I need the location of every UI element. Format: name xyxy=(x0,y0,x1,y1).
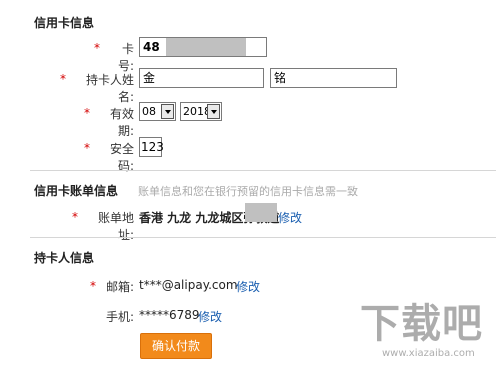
chevron-down-icon xyxy=(161,104,174,119)
watermark-url: www.xiazaiba.com xyxy=(382,348,475,359)
cvv-input[interactable]: 123 xyxy=(139,137,164,157)
phone-edit-link[interactable]: 修改 xyxy=(198,308,222,325)
confirm-payment-button[interactable]: 确认付款 xyxy=(140,333,212,359)
site-watermark: 下载吧 www.xiazaiba.com xyxy=(342,296,500,367)
watermark-logo: 下载吧 xyxy=(360,301,483,347)
expiry-year-select[interactable]: 2018 xyxy=(180,102,222,121)
credit-card-section-title: 信用卡信息 xyxy=(34,16,95,30)
given-name-input[interactable]: 铭 xyxy=(270,68,397,88)
required-mark: * xyxy=(60,72,66,86)
card-number-mask xyxy=(166,38,246,56)
cardholder-name-label: 持卡人姓名: xyxy=(85,73,134,104)
email-label: 邮箱: xyxy=(105,280,134,294)
required-mark: * xyxy=(84,141,90,155)
required-mark: * xyxy=(90,279,96,293)
email-value: t***@alipay.com xyxy=(139,278,238,292)
required-mark: * xyxy=(72,210,78,224)
required-mark: * xyxy=(94,41,100,55)
card-number-label: 卡号: xyxy=(117,42,134,73)
chevron-down-icon xyxy=(207,104,220,119)
expiry-label: 有效期: xyxy=(109,107,134,138)
billing-address-edit-link[interactable]: 修改 xyxy=(278,209,302,226)
expiry-month-select[interactable]: 08 xyxy=(139,102,176,121)
phone-label: 手机: xyxy=(105,310,134,324)
required-mark: * xyxy=(84,106,90,120)
card-number-value: 48 xyxy=(143,40,160,54)
surname-input[interactable]: 金 xyxy=(139,68,264,88)
email-edit-link[interactable]: 修改 xyxy=(236,278,260,295)
billing-hint: 账单信息和您在银行预留的信用卡信息需一致 xyxy=(138,185,358,198)
section-divider xyxy=(30,237,496,238)
section-divider xyxy=(30,170,496,171)
phone-value: *****6789 xyxy=(139,308,200,322)
surname-value: 金 xyxy=(143,71,156,85)
cvv-label: 安全码: xyxy=(109,142,134,173)
cvv-value: 123 xyxy=(141,140,164,154)
billing-section-title: 信用卡账单信息 xyxy=(34,184,119,198)
billing-address-mask xyxy=(245,203,277,222)
expiry-month-value: 08 xyxy=(142,105,156,118)
given-name-value: 铭 xyxy=(274,71,287,85)
cardholder-section-title: 持卡人信息 xyxy=(34,251,95,265)
